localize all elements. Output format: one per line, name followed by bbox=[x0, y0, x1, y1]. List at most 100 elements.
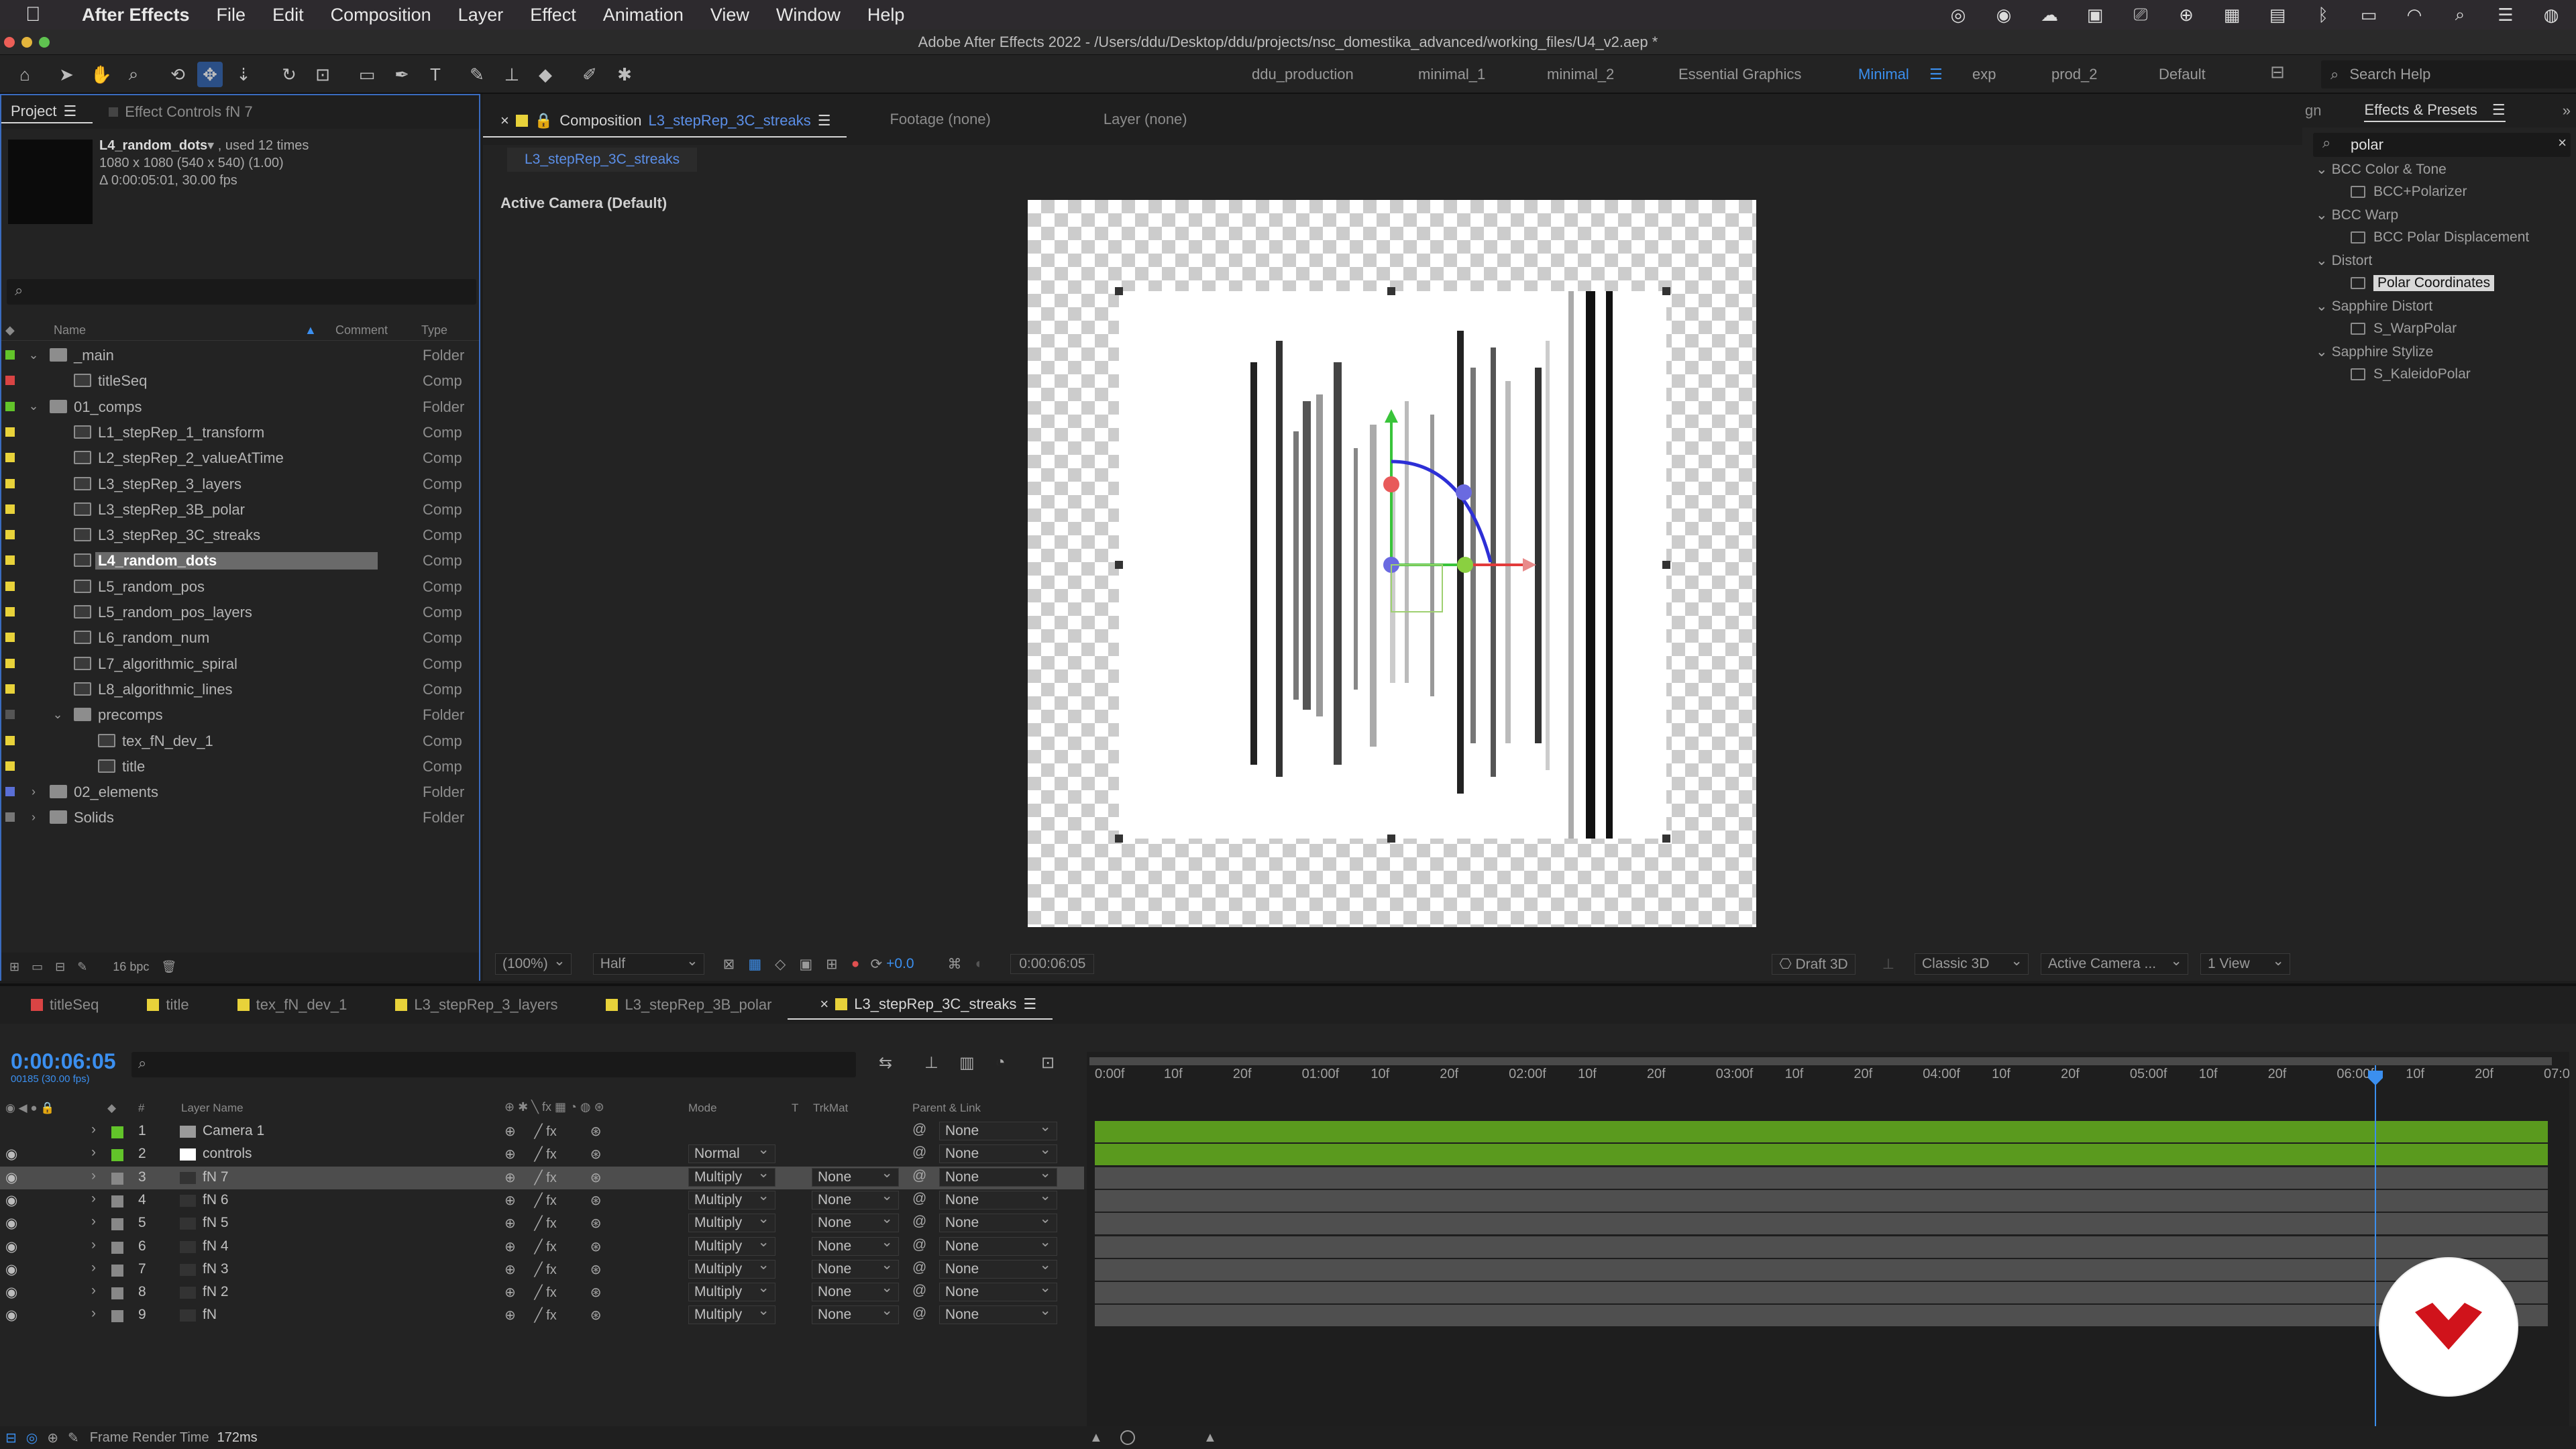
clone-stamp-icon[interactable]: ⊥ bbox=[499, 62, 525, 87]
project-item[interactable]: L7_algorithmic_spiral Comp bbox=[1, 651, 479, 676]
workspace-prod-2[interactable]: prod_2 bbox=[2051, 66, 2098, 83]
renderer-dropdown[interactable]: Classic 3D bbox=[1915, 951, 2029, 975]
lock-icon[interactable]: 🔒 bbox=[535, 112, 553, 129]
chevron-down-icon[interactable]: ⌄ bbox=[2316, 299, 2328, 314]
grid-guides-icon[interactable]: ⊞ bbox=[826, 956, 838, 973]
new-comp-icon[interactable]: ⊟ bbox=[55, 960, 65, 974]
drive-icon[interactable]: ▣ bbox=[2084, 5, 2106, 25]
layer-duration-bar[interactable] bbox=[1095, 1282, 2548, 1304]
in-out-toggle-icon[interactable]: ⊕ bbox=[47, 1430, 58, 1446]
camera-view-dropdown[interactable]: Active Camera ... bbox=[2041, 951, 2188, 975]
tab-effects-presets[interactable]: Effects & Presets ☰ bbox=[2364, 99, 2506, 122]
timeline-tab[interactable]: tex_fN_dev_1 bbox=[205, 986, 364, 1024]
label-swatch[interactable] bbox=[5, 401, 15, 411]
magnification-dropdown[interactable]: (100%) bbox=[495, 951, 572, 975]
new-folder-icon[interactable]: ▭ bbox=[32, 960, 43, 974]
comp-navigator-breadcrumb[interactable]: L3_stepRep_3C_streaks bbox=[507, 148, 698, 172]
tab-partial[interactable]: gn bbox=[2302, 94, 2337, 127]
chevron-down-icon[interactable]: ⌄ bbox=[51, 708, 64, 722]
trash-icon[interactable]: 🗑 bbox=[161, 960, 176, 974]
brush-tool-icon[interactable]: ✎ bbox=[464, 62, 490, 87]
eraser-tool-icon[interactable]: ◆ bbox=[533, 62, 558, 87]
label-swatch[interactable] bbox=[5, 787, 15, 797]
label-swatch[interactable] bbox=[5, 633, 15, 643]
effect-category[interactable]: ⌄ BCC Warp bbox=[2316, 207, 2398, 223]
search-help-field[interactable]: ⌕ Search Help bbox=[2321, 60, 2576, 89]
layer-name-header[interactable]: Layer Name bbox=[181, 1102, 244, 1115]
project-item[interactable]: L5_random_pos_layers Comp bbox=[1, 599, 479, 625]
control-center-icon[interactable]: ☰ bbox=[2494, 5, 2517, 25]
resolution-dropdown[interactable]: Half bbox=[592, 951, 704, 975]
battery-icon[interactable]: ▭ bbox=[2357, 5, 2380, 25]
layer-duration-bar[interactable] bbox=[1095, 1189, 2548, 1212]
view-layout-dropdown[interactable]: 1 View bbox=[2200, 951, 2290, 975]
screen-record-icon[interactable]: ◉ bbox=[1992, 5, 2015, 25]
calendar-icon[interactable]: ▤ bbox=[2266, 5, 2289, 25]
chevron-down-icon[interactable]: ⌄ bbox=[2316, 253, 2328, 268]
label-swatch[interactable] bbox=[5, 555, 15, 566]
zoom-window-button[interactable] bbox=[39, 37, 50, 48]
tab-composition[interactable]: × 🔒 Composition L3_stepRep_3C_streaks ☰ bbox=[483, 105, 847, 138]
type-tool-icon[interactable]: T bbox=[423, 62, 448, 87]
project-item[interactable]: L5_random_pos Comp bbox=[1, 574, 479, 599]
label-column-icon[interactable]: ◆ bbox=[5, 323, 15, 337]
label-swatch[interactable] bbox=[5, 735, 15, 745]
menu-effect[interactable]: Effect bbox=[530, 5, 576, 25]
workspace-essential-graphics[interactable]: Essential Graphics bbox=[1678, 66, 1801, 83]
project-item[interactable]: L8_algorithmic_lines Comp bbox=[1, 676, 479, 702]
menu-composition[interactable]: Composition bbox=[331, 5, 431, 25]
orbit-camera-icon[interactable]: ⟲ bbox=[165, 62, 191, 87]
comp-canvas[interactable] bbox=[1028, 200, 1756, 927]
zoom-slider-handle[interactable] bbox=[1120, 1430, 1135, 1445]
spotlight-icon[interactable]: ⌕ bbox=[2449, 4, 2471, 24]
bluetooth-icon[interactable]: ᛒ bbox=[2312, 5, 2334, 25]
effect-category[interactable]: ⌄ Sapphire Distort bbox=[2316, 298, 2432, 315]
timeline-tab[interactable]: titleSeq bbox=[0, 986, 115, 1024]
menu-edit[interactable]: Edit bbox=[272, 5, 304, 25]
workspace-minimal-2[interactable]: minimal_2 bbox=[1547, 66, 1614, 83]
home-icon[interactable]: ⌂ bbox=[12, 62, 38, 87]
layer-duration-bar[interactable] bbox=[1095, 1305, 2548, 1327]
draft-3d-toggle[interactable]: ⎔ Draft 3D bbox=[1772, 953, 1856, 975]
project-item[interactable]: ⌄ 01_comps Folder bbox=[1, 394, 479, 419]
menu-help[interactable]: Help bbox=[867, 5, 905, 25]
effect-item[interactable]: S_WarpPolar bbox=[2351, 321, 2457, 337]
reset-exposure-icon[interactable]: ⟳ bbox=[870, 956, 882, 973]
project-item[interactable]: L3_stepRep_3B_polar Comp bbox=[1, 496, 479, 522]
project-item[interactable]: L6_random_num Comp bbox=[1, 625, 479, 650]
label-swatch[interactable] bbox=[5, 761, 15, 771]
menu-animation[interactable]: Animation bbox=[603, 5, 684, 25]
timeline-tab[interactable]: L3_stepRep_3_layers bbox=[363, 986, 574, 1024]
render-time-toggle-icon[interactable]: ⊟ bbox=[5, 1430, 17, 1446]
sort-ascending-icon[interactable]: ▲ bbox=[305, 323, 317, 337]
project-item[interactable]: L3_stepRep_3C_streaks Comp bbox=[1, 522, 479, 547]
chevron-down-icon[interactable]: ⌄ bbox=[2316, 344, 2328, 360]
panel-menu-icon[interactable]: ☰ bbox=[818, 112, 831, 129]
hand-tool-icon[interactable]: ✋ bbox=[89, 62, 114, 87]
project-item[interactable]: › Solids Folder bbox=[1, 804, 479, 830]
motion-blur-icon[interactable]: ◔ bbox=[996, 1053, 1006, 1072]
workspace-overflow-icon[interactable]: ⊟ bbox=[2270, 62, 2285, 83]
chevron-right-icon[interactable]: › bbox=[27, 785, 40, 799]
label-swatch[interactable] bbox=[5, 658, 15, 668]
name-column-header[interactable]: Name bbox=[54, 323, 86, 337]
interpret-footage-icon[interactable]: ⊞ bbox=[9, 960, 19, 974]
label-swatch[interactable] bbox=[5, 350, 15, 360]
tab-layer[interactable]: Layer (none) bbox=[1087, 94, 1203, 145]
layer-duration-bar[interactable] bbox=[1095, 1121, 2548, 1142]
project-item[interactable]: L4_random_dots Comp bbox=[1, 547, 479, 573]
menu-file[interactable]: File bbox=[217, 5, 246, 25]
type-column-header[interactable]: Type bbox=[421, 323, 447, 337]
project-item[interactable]: tex_fN_dev_1 Comp bbox=[1, 728, 479, 753]
panel-menu-icon[interactable]: ☰ bbox=[2492, 101, 2506, 119]
channel-icon[interactable]: ● bbox=[851, 956, 860, 972]
chevron-down-icon[interactable]: ⌄ bbox=[2316, 162, 2328, 177]
chevron-down-icon[interactable]: ▾ bbox=[207, 138, 214, 153]
timeline-search-input[interactable]: ⌕ bbox=[131, 1052, 856, 1077]
layer-duration-bar[interactable] bbox=[1095, 1213, 2548, 1235]
rectangle-tool-icon[interactable]: ▭ bbox=[354, 62, 380, 87]
cloud-icon[interactable]: ☁ bbox=[2038, 5, 2061, 25]
label-swatch[interactable] bbox=[5, 453, 15, 463]
comp-mini-flowchart-icon[interactable]: ⇆ bbox=[879, 1053, 892, 1073]
label-swatch[interactable] bbox=[5, 478, 15, 488]
